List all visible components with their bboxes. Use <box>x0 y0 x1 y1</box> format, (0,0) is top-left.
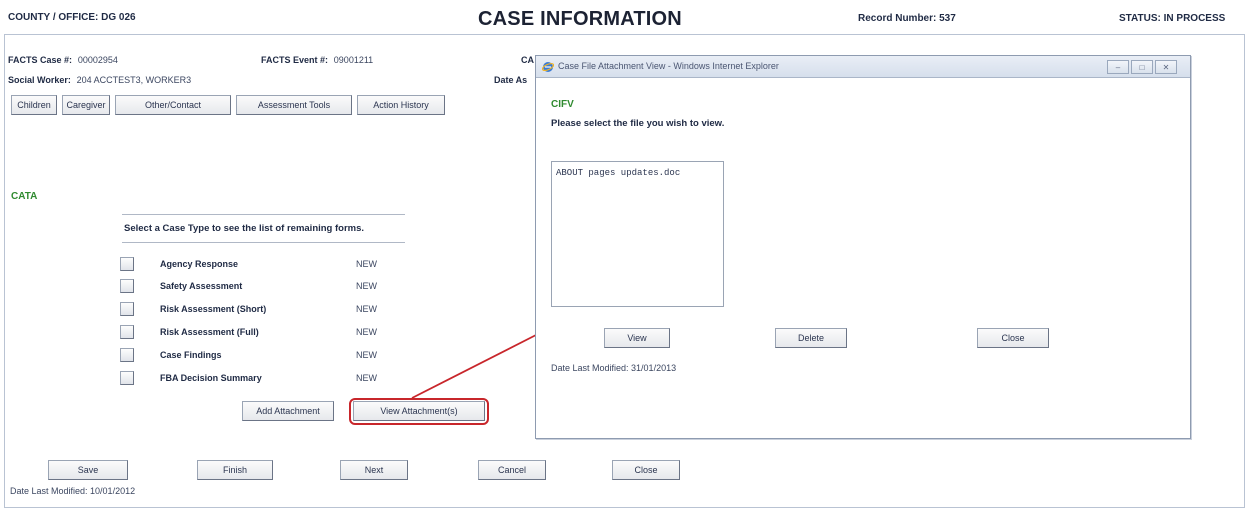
save-button[interactable]: Save <box>48 460 128 480</box>
popup-date-last-modified: Date Last Modified: 31/01/2013 <box>551 363 677 373</box>
popup-titlebar[interactable]: Case File Attachment View - Windows Inte… <box>536 56 1190 78</box>
popup-section-code: CIFV <box>551 99 574 110</box>
popup-close-button[interactable]: Close <box>977 328 1049 348</box>
popup-delete-button[interactable]: Delete <box>775 328 847 348</box>
popup-body: CIFV Please select the file you wish to … <box>536 79 1190 438</box>
popup-prompt: Please select the file you wish to view. <box>551 118 725 129</box>
date-last-modified: Date Last Modified: 10/01/2012 <box>10 486 136 496</box>
internet-explorer-icon <box>542 62 554 72</box>
file-list-item[interactable]: ABOUT pages updates.doc <box>556 168 680 178</box>
attachment-view-window: Case File Attachment View - Windows Inte… <box>535 55 1191 439</box>
next-button[interactable]: Next <box>340 460 408 480</box>
popup-view-button[interactable]: View <box>604 328 670 348</box>
cancel-button[interactable]: Cancel <box>478 460 546 480</box>
popup-title: Case File Attachment View - Windows Inte… <box>558 61 779 71</box>
close-window-icon[interactable]: ✕ <box>1155 60 1177 74</box>
close-button[interactable]: Close <box>612 460 680 480</box>
case-information-page: COUNTY / OFFICE: DG 026 CASE INFORMATION… <box>0 0 1249 511</box>
file-listbox[interactable]: ABOUT pages updates.doc <box>551 161 724 307</box>
minimize-icon[interactable]: – <box>1107 60 1129 74</box>
maximize-icon[interactable]: □ <box>1131 60 1153 74</box>
finish-button[interactable]: Finish <box>197 460 273 480</box>
